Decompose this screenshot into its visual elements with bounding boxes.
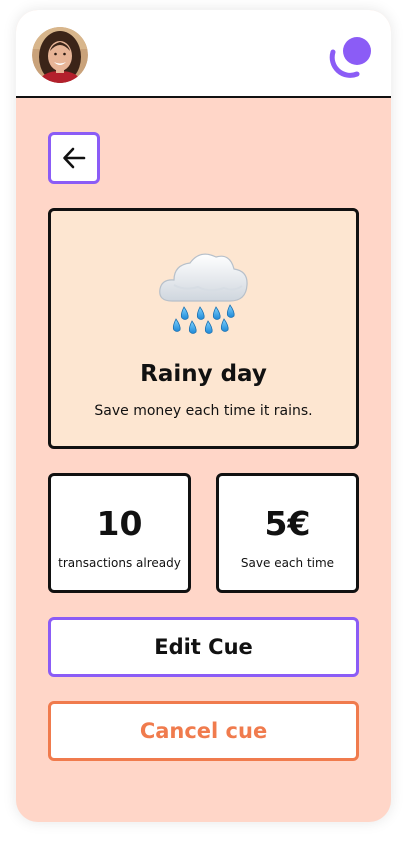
stat-value: 5€ xyxy=(264,504,311,543)
back-button[interactable] xyxy=(48,132,100,184)
arrow-left-icon xyxy=(63,147,86,169)
top-bar xyxy=(16,10,391,98)
stat-card-amount: 5€ Save each time xyxy=(216,473,359,593)
edit-cue-button[interactable]: Edit Cue xyxy=(48,617,359,677)
stat-label: transactions already xyxy=(58,556,181,570)
stat-card-transactions: 10 transactions already xyxy=(48,473,191,593)
cue-description: Save money each time it rains. xyxy=(94,403,313,419)
cancel-cue-button[interactable]: Cancel cue xyxy=(48,701,359,761)
cue-title: Rainy day xyxy=(140,361,267,387)
stat-label: Save each time xyxy=(240,556,335,570)
brand-logo-icon[interactable] xyxy=(329,34,373,78)
rain-cloud-icon xyxy=(51,239,356,339)
stat-value: 10 xyxy=(96,504,143,543)
cue-card: Rainy day Save money each time it rains. xyxy=(48,208,359,449)
avatar-image xyxy=(32,27,88,83)
avatar[interactable] xyxy=(32,27,88,83)
app-screen: Rainy day Save money each time it rains.… xyxy=(16,10,391,822)
